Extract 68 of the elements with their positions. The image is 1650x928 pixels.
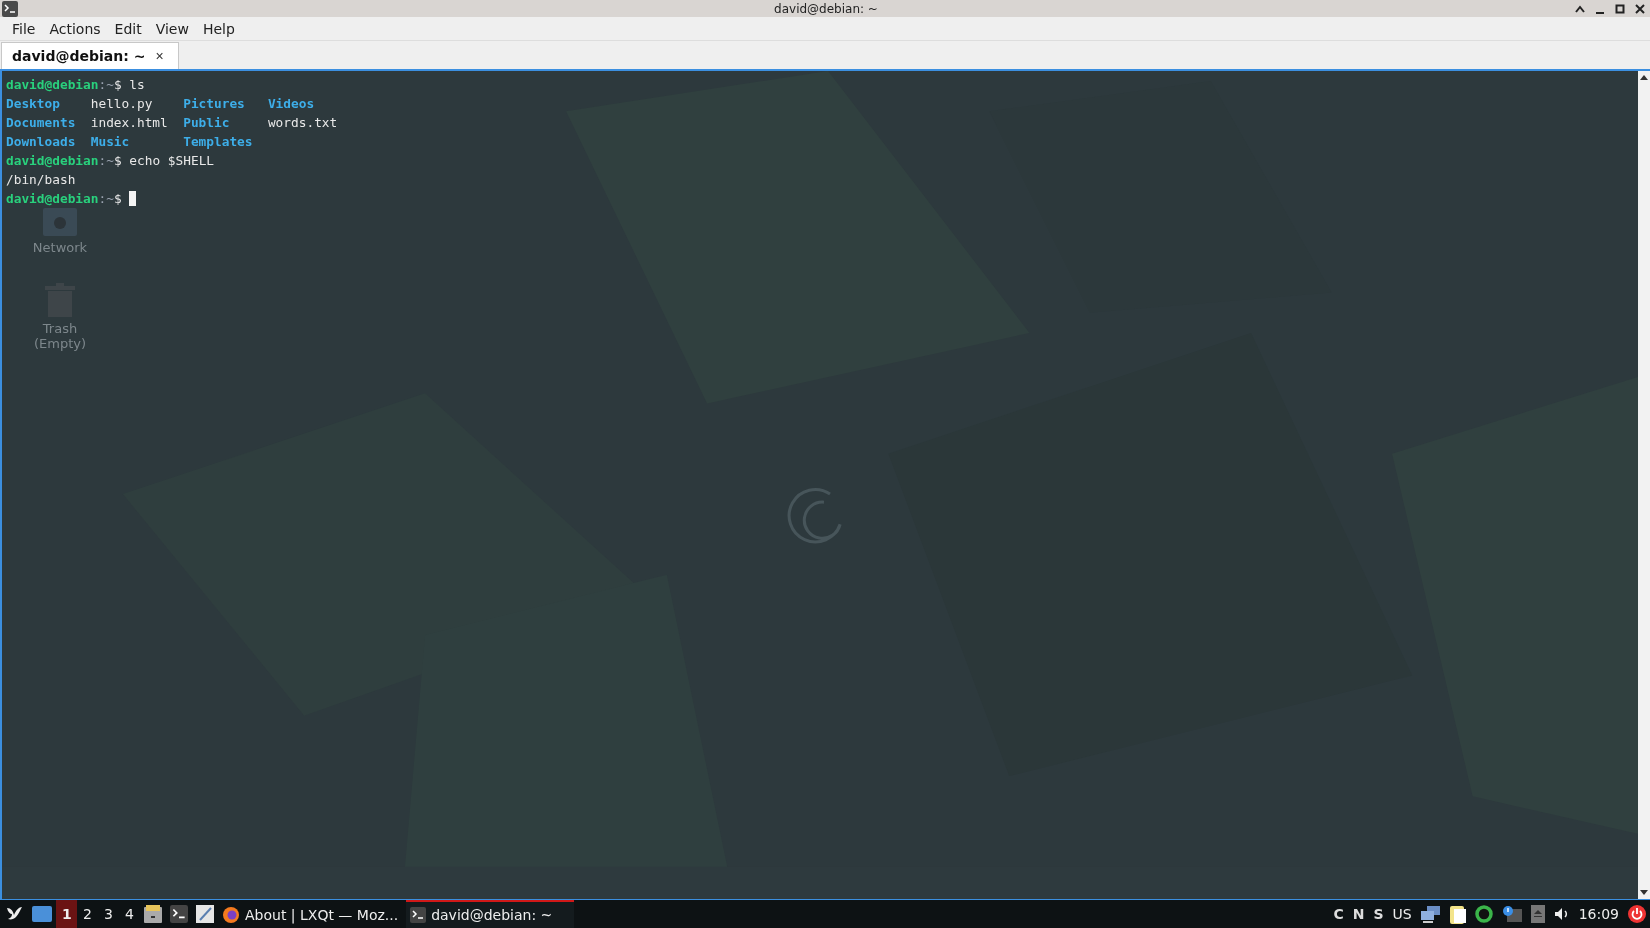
taskbar-task[interactable]: About | LXQt — Moz... [218,900,407,928]
clock[interactable]: 16:09 [1578,906,1619,922]
directory-name: Desktop [6,96,60,111]
directory-name: Documents [6,115,76,130]
workspace-button[interactable]: 4 [119,900,140,928]
menu-item[interactable]: Actions [43,20,107,37]
prompt-sign: $ [113,190,122,208]
window-title: david@debian: ~ [773,1,879,16]
prompt-path: :~ [98,152,114,170]
menu-item[interactable]: View [149,20,195,37]
desktop-icon-label: Network [32,240,88,255]
quill-icon [196,905,214,923]
maximize-icon [1615,3,1625,14]
workspace-button[interactable]: 3 [98,900,119,928]
terminal-icon [2,0,18,17]
clipboard-icon[interactable] [1449,904,1466,924]
power-icon[interactable] [1628,905,1646,923]
directory-name: Downloads [6,134,76,149]
keyboard-layout[interactable]: US [1392,906,1412,922]
menu-item[interactable]: Edit [108,20,148,37]
notification-icon[interactable] [1501,905,1522,923]
network-icon[interactable] [1420,905,1441,923]
desktop-icon-label: Trash (Empty) [33,321,87,351]
file-name: index.html [90,115,168,130]
prompt-sign: $ [113,152,122,170]
prompt-path: :~ [98,76,114,94]
directory-name: Templates [183,134,253,149]
minimize-icon [1596,11,1604,14]
scrollbar[interactable] [1638,71,1650,899]
prompt-user: david@debian [6,190,99,208]
prompt-sign: $ [113,76,122,94]
directory-name: Music [90,134,130,149]
browser-icon [222,906,240,924]
scroll-down-icon[interactable] [1640,890,1648,896]
output-text: /bin/bash [6,171,76,189]
menu-item[interactable]: File [6,20,42,37]
file-cabinet-icon [144,905,162,923]
scroll-up-icon[interactable] [1640,74,1648,80]
prompt-user: david@debian [6,152,99,170]
lock-key-indicator: N [1352,906,1365,922]
terminal-icon [410,907,427,923]
prompt-path: :~ [98,190,114,208]
eject-icon[interactable] [1530,905,1545,923]
directory-name: Public [183,115,230,130]
command-text: echo $SHELL [128,152,215,170]
directory-name: Videos [267,96,315,111]
terminal-tab[interactable]: david@debian: ~ × [1,42,179,69]
file-name: hello.py [90,96,153,111]
menu-item[interactable]: Help [196,20,241,37]
directory-name: Pictures [183,96,245,111]
desktop-icon [32,906,52,922]
close-icon [1635,3,1645,14]
taskbar-task[interactable]: david@debian: ~ [406,900,575,928]
ring-icon[interactable] [1474,905,1493,923]
terminal-icon [170,905,188,923]
volume-icon[interactable] [1553,906,1570,922]
prompt-user: david@debian [6,76,99,94]
file-name: words.txt [267,115,338,130]
maximize-button[interactable] [1614,2,1626,15]
close-button[interactable] [1634,2,1646,15]
tab-label: david@debian: ~ [12,48,146,64]
lock-key-indicator: S [1373,906,1384,922]
command-text: ls [128,76,145,94]
workspace-button[interactable]: 1 [56,900,77,928]
lock-key-indicator: C [1333,906,1344,922]
caret-up-icon [1575,4,1585,13]
tab-close-button[interactable]: × [155,48,164,64]
workspace-button[interactable]: 2 [77,900,98,928]
